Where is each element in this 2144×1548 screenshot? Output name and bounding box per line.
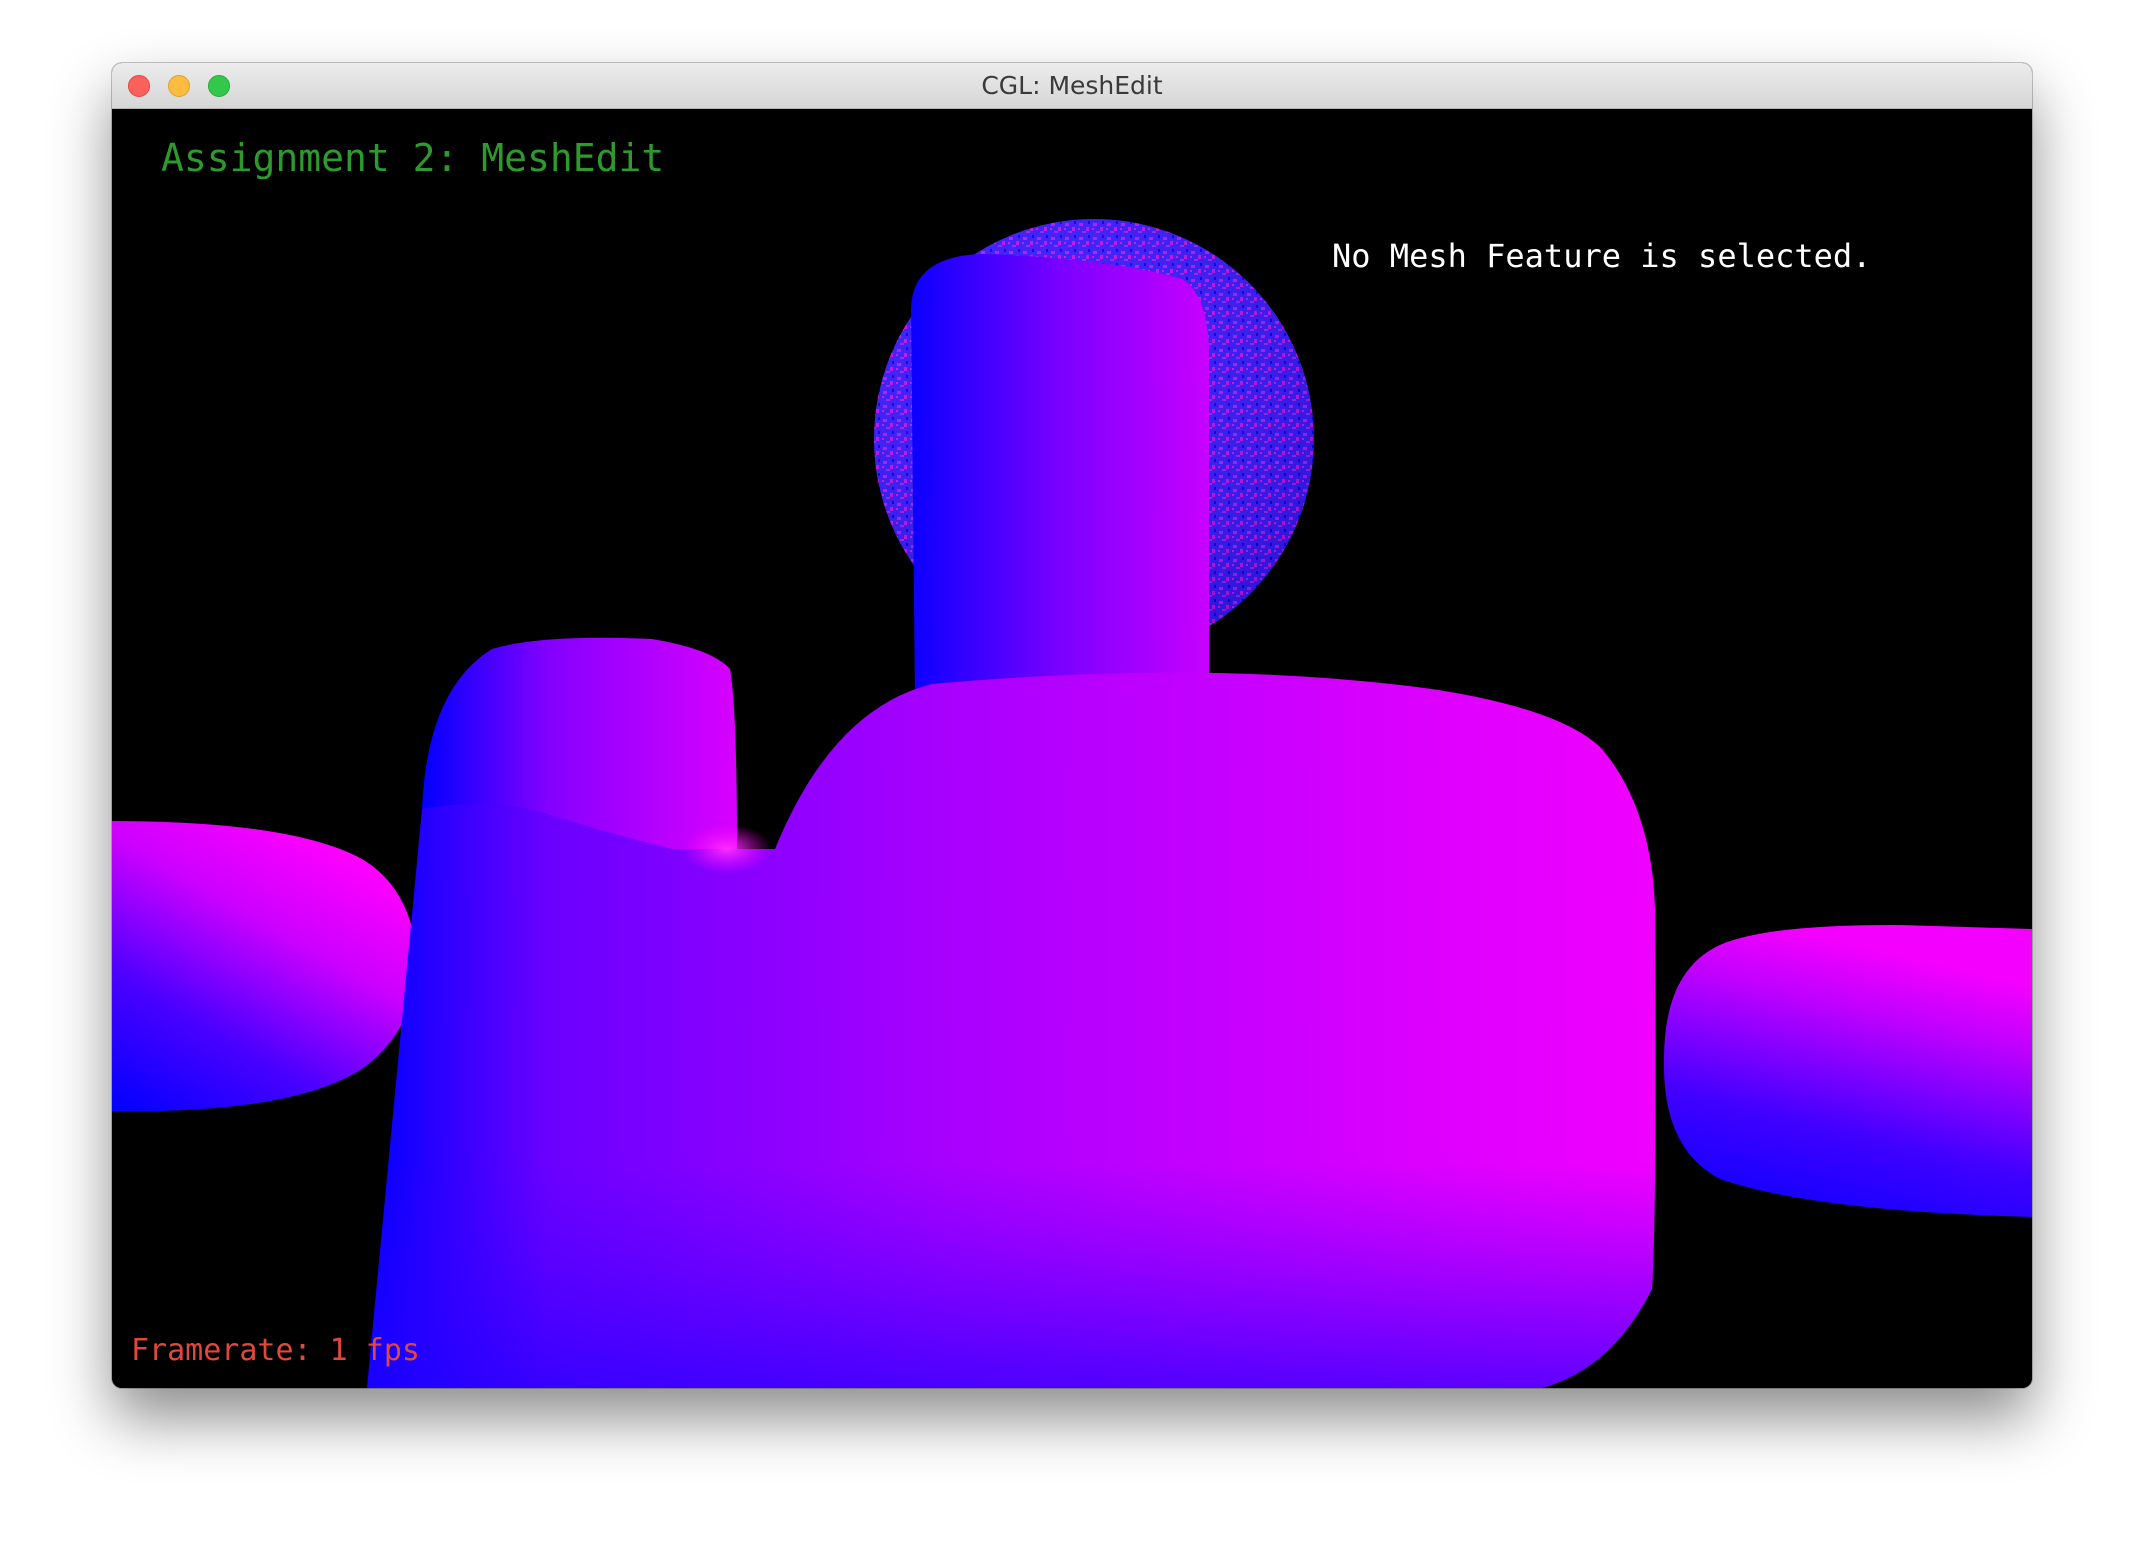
- window-title: CGL: MeshEdit: [981, 71, 1163, 100]
- left-arm-mesh[interactable]: [112, 821, 417, 1112]
- neck-mesh[interactable]: [911, 254, 1209, 699]
- framerate-readout: Framerate: 1 fps: [131, 1333, 420, 1368]
- mesh-canvas[interactable]: [112, 109, 2032, 1388]
- app-window: CGL: MeshEdit Assignment 2: MeshEdit No …: [112, 63, 2032, 1388]
- selection-status: No Mesh Feature is selected.: [1332, 237, 1872, 275]
- right-arm-mesh[interactable]: [1663, 924, 2032, 1217]
- assignment-title: Assignment 2: MeshEdit: [161, 136, 665, 180]
- title-bar[interactable]: CGL: MeshEdit: [112, 63, 2032, 109]
- render-viewport[interactable]: Assignment 2: MeshEdit No Mesh Feature i…: [112, 109, 2032, 1388]
